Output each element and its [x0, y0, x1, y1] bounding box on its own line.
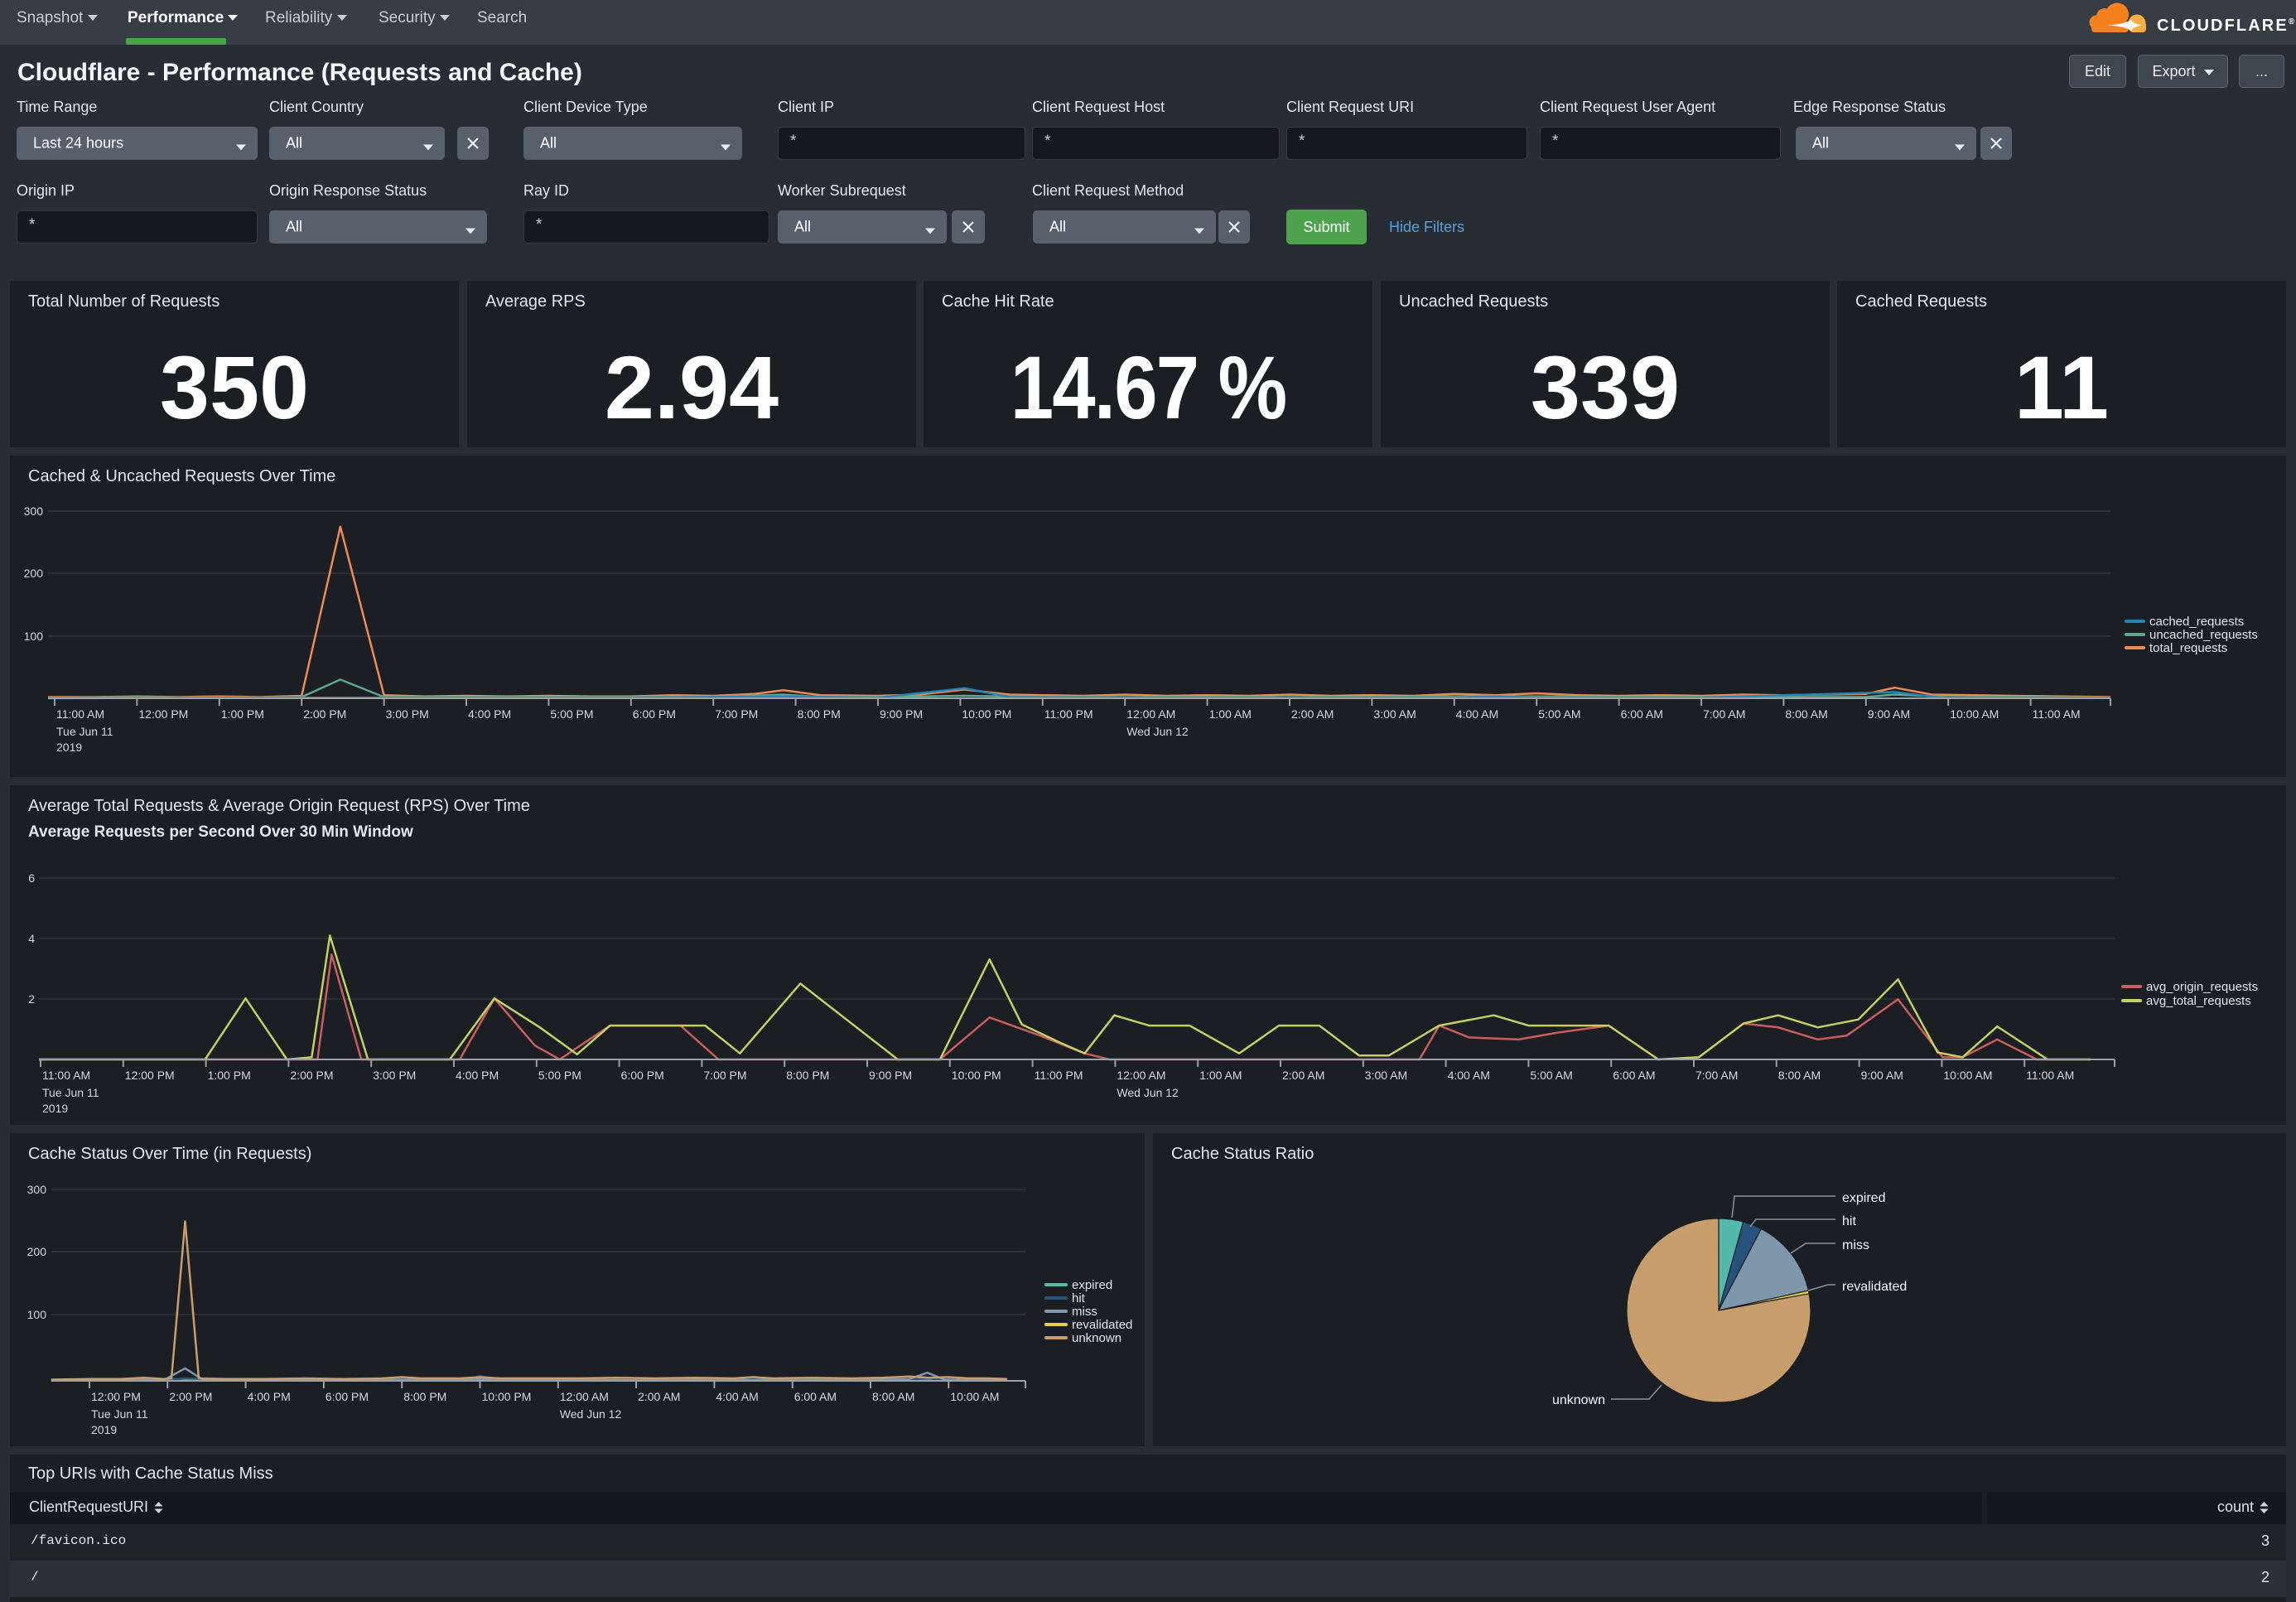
svg-text:9:00 AM: 9:00 AM — [1868, 707, 1910, 721]
svg-text:Tue Jun 11: Tue Jun 11 — [91, 1407, 148, 1421]
svg-text:10:00 PM: 10:00 PM — [952, 1069, 1001, 1082]
svg-text:2:00 PM: 2:00 PM — [290, 1069, 333, 1082]
svg-text:hit: hit — [1842, 1214, 1856, 1228]
svg-text:7:00 PM: 7:00 PM — [703, 1069, 746, 1082]
svg-text:2:00 PM: 2:00 PM — [303, 707, 346, 721]
svg-text:11:00 PM: 11:00 PM — [1035, 1069, 1083, 1082]
svg-text:10:00 AM: 10:00 AM — [1950, 707, 1999, 721]
svg-text:3:00 AM: 3:00 AM — [1365, 1069, 1407, 1082]
svg-text:12:00 AM: 12:00 AM — [1117, 1069, 1165, 1082]
svg-text:200: 200 — [27, 1245, 47, 1258]
svg-text:300: 300 — [27, 1183, 47, 1196]
svg-text:6:00 AM: 6:00 AM — [1613, 1069, 1655, 1082]
svg-text:avg_total_requests: avg_total_requests — [2146, 994, 2251, 1008]
svg-text:expired: expired — [1842, 1191, 1885, 1205]
svg-text:8:00 PM: 8:00 PM — [786, 1069, 829, 1082]
svg-text:2019: 2019 — [42, 1102, 68, 1115]
svg-text:100: 100 — [24, 630, 44, 643]
svg-text:4: 4 — [28, 932, 35, 945]
svg-text:12:00 PM: 12:00 PM — [91, 1390, 141, 1403]
svg-text:6:00 AM: 6:00 AM — [794, 1390, 837, 1403]
svg-text:uncached_requests: uncached_requests — [2149, 628, 2258, 642]
svg-text:4:00 PM: 4:00 PM — [456, 1069, 499, 1082]
svg-text:9:00 AM: 9:00 AM — [1861, 1069, 1903, 1082]
svg-text:miss: miss — [1072, 1305, 1097, 1319]
svg-text:4:00 PM: 4:00 PM — [248, 1390, 291, 1403]
svg-text:unknown: unknown — [1072, 1331, 1121, 1345]
svg-text:5:00 AM: 5:00 AM — [1530, 1069, 1572, 1082]
svg-text:6: 6 — [28, 871, 35, 885]
svg-text:8:00 AM: 8:00 AM — [872, 1390, 914, 1403]
svg-text:expired: expired — [1072, 1278, 1112, 1292]
svg-text:2:00 PM: 2:00 PM — [169, 1390, 212, 1403]
svg-text:8:00 PM: 8:00 PM — [798, 707, 841, 721]
svg-text:5:00 PM: 5:00 PM — [538, 1069, 581, 1082]
svg-text:hit: hit — [1072, 1291, 1086, 1305]
svg-text:cached_requests: cached_requests — [2149, 615, 2244, 629]
svg-text:7:00 PM: 7:00 PM — [715, 707, 758, 721]
svg-text:8:00 AM: 8:00 AM — [1778, 1069, 1821, 1082]
svg-text:9:00 PM: 9:00 PM — [869, 1069, 912, 1082]
svg-text:10:00 AM: 10:00 AM — [950, 1390, 999, 1403]
svg-text:7:00 AM: 7:00 AM — [1703, 707, 1745, 721]
svg-text:2: 2 — [28, 992, 35, 1006]
svg-text:4:00 AM: 4:00 AM — [1448, 1069, 1490, 1082]
svg-text:10:00 PM: 10:00 PM — [482, 1390, 532, 1403]
svg-text:6:00 PM: 6:00 PM — [633, 707, 676, 721]
svg-text:2:00 AM: 2:00 AM — [1282, 1069, 1324, 1082]
svg-text:6:00 AM: 6:00 AM — [1621, 707, 1663, 721]
svg-text:2019: 2019 — [56, 741, 82, 754]
svg-text:1:00 PM: 1:00 PM — [208, 1069, 251, 1082]
svg-text:3:00 PM: 3:00 PM — [386, 707, 429, 721]
svg-text:total_requests: total_requests — [2149, 641, 2227, 655]
svg-text:Tue Jun 11: Tue Jun 11 — [56, 725, 113, 738]
svg-text:12:00 PM: 12:00 PM — [138, 707, 188, 721]
svg-text:1:00 PM: 1:00 PM — [221, 707, 264, 721]
svg-text:1:00 AM: 1:00 AM — [1199, 1069, 1242, 1082]
svg-text:2:00 AM: 2:00 AM — [638, 1390, 680, 1403]
svg-text:Wed Jun 12: Wed Jun 12 — [560, 1407, 622, 1421]
svg-text:11:00 AM: 11:00 AM — [56, 707, 104, 721]
svg-text:300: 300 — [24, 504, 44, 518]
svg-text:miss: miss — [1842, 1238, 1869, 1252]
svg-text:2019: 2019 — [91, 1423, 117, 1436]
svg-text:11:00 AM: 11:00 AM — [2033, 707, 2081, 721]
svg-text:11:00 AM: 11:00 AM — [42, 1069, 90, 1082]
svg-text:12:00 PM: 12:00 PM — [125, 1069, 175, 1082]
svg-text:7:00 AM: 7:00 AM — [1695, 1069, 1738, 1082]
svg-text:4:00 AM: 4:00 AM — [1456, 707, 1498, 721]
svg-text:2:00 AM: 2:00 AM — [1291, 707, 1334, 721]
svg-text:3:00 AM: 3:00 AM — [1373, 707, 1416, 721]
svg-text:6:00 PM: 6:00 PM — [621, 1069, 664, 1082]
svg-text:6:00 PM: 6:00 PM — [326, 1390, 369, 1403]
svg-text:Wed Jun 12: Wed Jun 12 — [1126, 725, 1189, 738]
svg-text:100: 100 — [27, 1308, 47, 1321]
svg-text:3:00 PM: 3:00 PM — [373, 1069, 416, 1082]
svg-text:Tue Jun 11: Tue Jun 11 — [42, 1086, 99, 1099]
svg-text:11:00 AM: 11:00 AM — [2026, 1069, 2074, 1082]
svg-text:revalidated: revalidated — [1842, 1280, 1907, 1294]
svg-text:avg_origin_requests: avg_origin_requests — [2146, 980, 2258, 994]
svg-text:5:00 PM: 5:00 PM — [550, 707, 593, 721]
svg-text:4:00 PM: 4:00 PM — [468, 707, 511, 721]
svg-text:revalidated: revalidated — [1072, 1318, 1132, 1332]
svg-text:12:00 AM: 12:00 AM — [1126, 707, 1175, 721]
svg-text:11:00 PM: 11:00 PM — [1044, 707, 1093, 721]
svg-text:Wed Jun 12: Wed Jun 12 — [1117, 1086, 1179, 1099]
svg-text:1:00 AM: 1:00 AM — [1209, 707, 1252, 721]
svg-text:12:00 AM: 12:00 AM — [560, 1390, 609, 1403]
svg-text:8:00 PM: 8:00 PM — [403, 1390, 446, 1403]
svg-text:5:00 AM: 5:00 AM — [1538, 707, 1580, 721]
svg-text:unknown: unknown — [1552, 1393, 1605, 1407]
svg-text:10:00 AM: 10:00 AM — [1943, 1069, 1992, 1082]
svg-text:4:00 AM: 4:00 AM — [716, 1390, 758, 1403]
svg-text:200: 200 — [24, 567, 44, 580]
svg-text:8:00 AM: 8:00 AM — [1785, 707, 1827, 721]
svg-text:9:00 PM: 9:00 PM — [880, 707, 923, 721]
svg-text:10:00 PM: 10:00 PM — [962, 707, 1011, 721]
